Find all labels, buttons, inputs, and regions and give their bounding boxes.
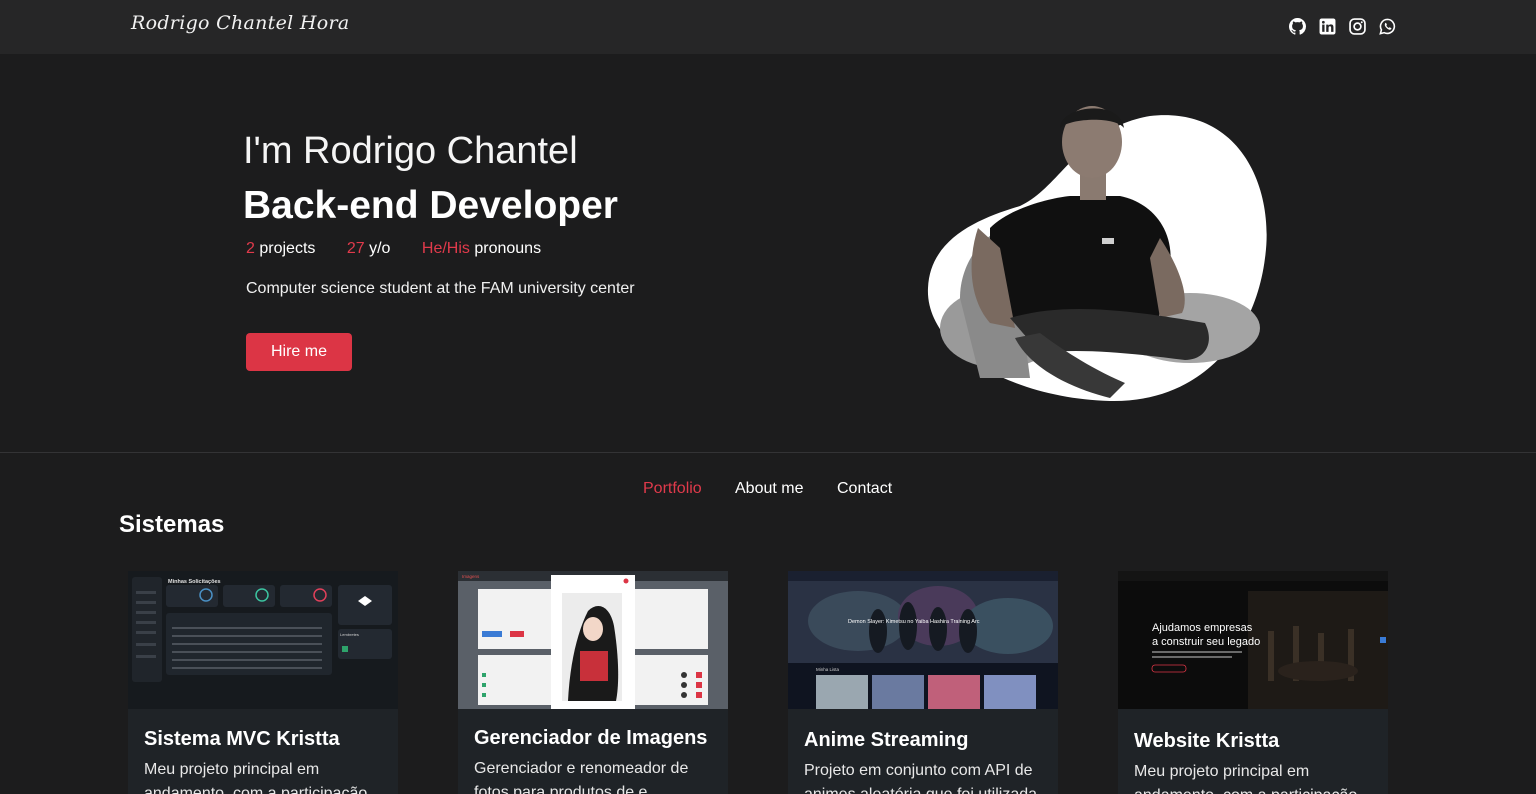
project-thumbnail: Demon Slayer: Kimetsu no Yaiba Hashira T…	[788, 571, 1058, 709]
project-thumbnail: Minhas Solicitações Lembretes	[128, 571, 398, 709]
project-thumbnail: Ajudamos empresas a construir seu legado	[1118, 571, 1388, 709]
project-thumbnail: Imagens	[458, 571, 728, 709]
profile-photo	[920, 98, 1270, 408]
stat-age: 27 y/o	[346, 240, 391, 257]
thumb-headline-2: a construir seu legado	[1152, 636, 1260, 648]
tab-about-me[interactable]: About me	[735, 480, 803, 498]
github-icon[interactable]	[1289, 18, 1306, 35]
thumb-hero-title: Demon Slayer: Kimetsu no Yaiba Hashira T…	[848, 619, 980, 625]
card-description: Projeto em conjunto com API de animes al…	[804, 762, 1037, 794]
project-card-sistema-mvc[interactable]: Minhas Solicitações Lembretes Sistema MV…	[128, 571, 398, 794]
hero-description: Computer science student at the FAM univ…	[246, 280, 635, 297]
card-title: Sistema MVC Kristta	[144, 728, 340, 750]
hero-role: Back-end Developer	[243, 184, 618, 227]
card-title: Website Kristta	[1134, 730, 1280, 752]
project-card-website-kristta[interactable]: Ajudamos empresas a construir seu legado…	[1118, 571, 1388, 794]
card-title: Anime Streaming	[804, 729, 969, 751]
project-card-anime-streaming[interactable]: Demon Slayer: Kimetsu no Yaiba Hashira T…	[788, 571, 1058, 794]
instagram-icon[interactable]	[1349, 18, 1366, 35]
brand-logo[interactable]: Rodrigo Chantel Hora	[131, 12, 349, 34]
stat-pronouns: He/His pronouns	[421, 240, 542, 257]
card-description: Meu projeto principal em andamento, com …	[1134, 763, 1357, 794]
top-navbar: Rodrigo Chantel Hora	[0, 0, 1536, 54]
thumb-headline-1: Ajudamos empresas	[1152, 622, 1253, 634]
tab-contact[interactable]: Contact	[837, 480, 892, 498]
thumb-title: Imagens	[462, 574, 480, 579]
section-divider	[0, 452, 1536, 453]
section-title: Sistemas	[119, 511, 225, 538]
card-description: Gerenciador e renomeador de fotos para p…	[474, 760, 689, 794]
hero-stats: 2 projects 27 y/o He/His pronouns	[246, 240, 568, 258]
card-description: Meu projeto principal em andamento, com …	[144, 761, 368, 794]
hero-greeting: I'm Rodrigo Chantel	[243, 130, 578, 172]
project-card-gerenciador-imagens[interactable]: Imagens Gerenciador de Imagens Gerenciad…	[458, 571, 728, 794]
thumb-list-title: Minha Lista	[816, 667, 840, 672]
linkedin-icon[interactable]	[1319, 18, 1336, 35]
whatsapp-icon[interactable]	[1379, 18, 1396, 35]
hire-me-button[interactable]: Hire me	[246, 333, 352, 371]
thumb-reminders: Lembretes	[340, 632, 359, 637]
stat-projects: 2 projects	[246, 240, 316, 257]
tab-portfolio[interactable]: Portfolio	[643, 480, 702, 498]
thumb-title: Minhas Solicitações	[168, 579, 221, 585]
card-title: Gerenciador de Imagens	[474, 727, 708, 749]
